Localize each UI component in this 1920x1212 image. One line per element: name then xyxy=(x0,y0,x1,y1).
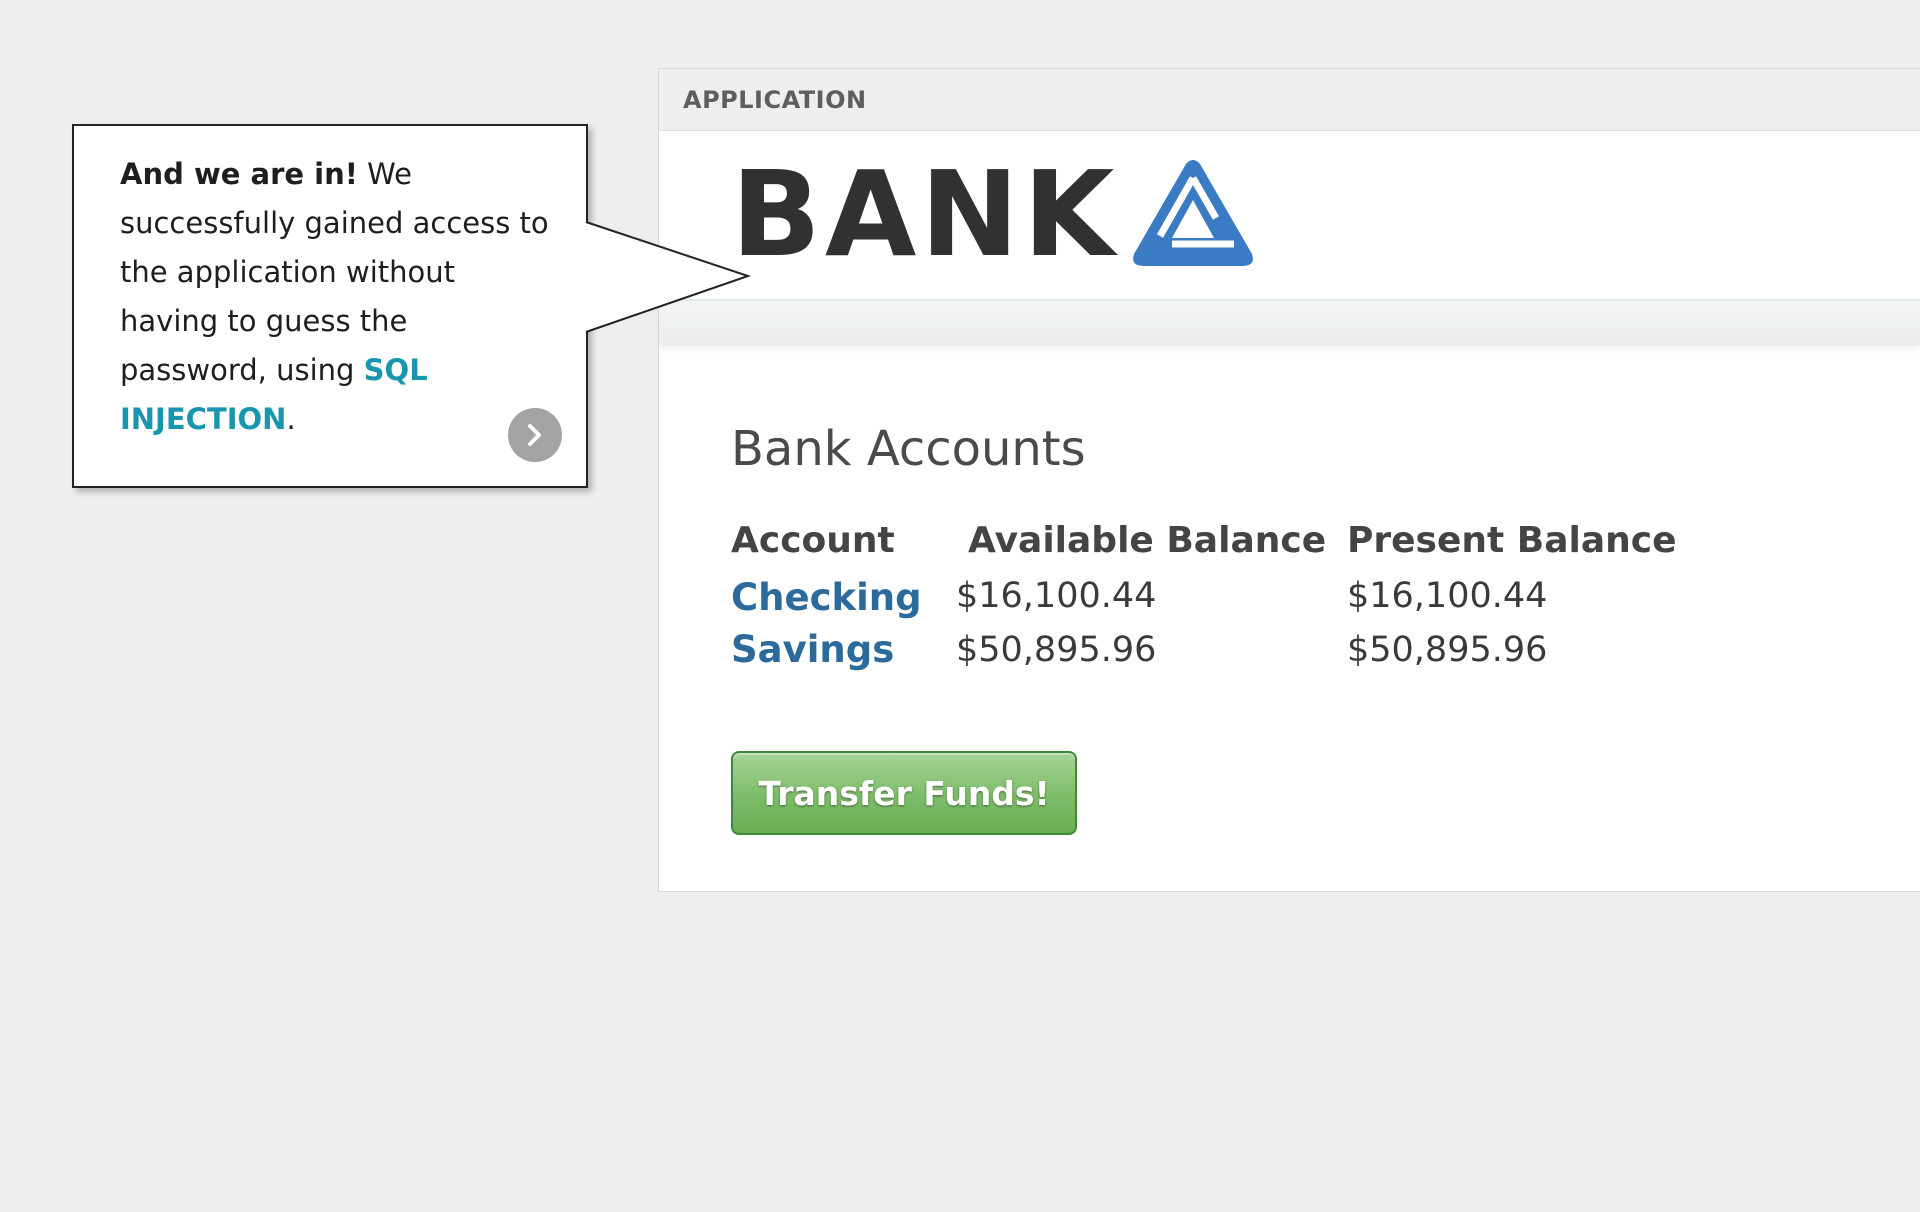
page-title: Bank Accounts xyxy=(731,421,1086,477)
next-step-button[interactable] xyxy=(508,408,562,462)
callout-pointer xyxy=(584,221,752,333)
transfer-funds-button[interactable]: Transfer Funds! xyxy=(731,751,1077,835)
accounts-table: Account Checking Savings Available Balan… xyxy=(731,523,1920,683)
savings-available-balance: $50,895.96 xyxy=(956,630,1157,670)
tutorial-callout: And we are in! We successfully gained ac… xyxy=(72,124,588,488)
account-link-checking[interactable]: Checking xyxy=(731,579,922,616)
stage: APPLICATION BANK Bank Accounts Account C… xyxy=(0,0,1920,1212)
bank-header: BANK xyxy=(659,131,1920,299)
column-header-account: Account xyxy=(731,520,895,561)
available-balance-column: Available Balance $16,100.44 $50,895.96 xyxy=(956,520,1327,668)
account-column: Account Checking Savings xyxy=(731,520,922,669)
checking-available-balance: $16,100.44 xyxy=(956,576,1157,616)
application-title: APPLICATION xyxy=(683,85,867,114)
callout-lead: And we are in! xyxy=(120,157,358,191)
column-header-present-balance: Present Balance xyxy=(1347,520,1677,561)
callout-text: And we are in! We successfully gained ac… xyxy=(120,150,560,444)
chevron-right-icon xyxy=(528,424,541,446)
blue-triangle-logo-icon xyxy=(1133,160,1254,266)
savings-present-balance: $50,895.96 xyxy=(1347,630,1548,670)
header-divider-band xyxy=(659,299,1920,345)
application-panel: APPLICATION BANK Bank Accounts Account C… xyxy=(658,68,1920,892)
account-link-savings[interactable]: Savings xyxy=(731,631,894,668)
column-header-available-balance: Available Balance xyxy=(968,520,1327,561)
present-balance-column: Present Balance $16,100.44 $50,895.96 xyxy=(1347,520,1677,668)
bank-logo-text: BANK xyxy=(731,145,1119,283)
application-titlebar: APPLICATION xyxy=(659,69,1920,131)
callout-tail: . xyxy=(286,402,296,436)
checking-present-balance: $16,100.44 xyxy=(1347,576,1548,616)
transfer-funds-label: Transfer Funds! xyxy=(758,773,1050,813)
main-content: Bank Accounts Account Checking Savings A… xyxy=(659,425,1920,683)
callout-body: We successfully gained access to the app… xyxy=(120,157,549,387)
bank-logo: BANK xyxy=(731,155,1256,273)
